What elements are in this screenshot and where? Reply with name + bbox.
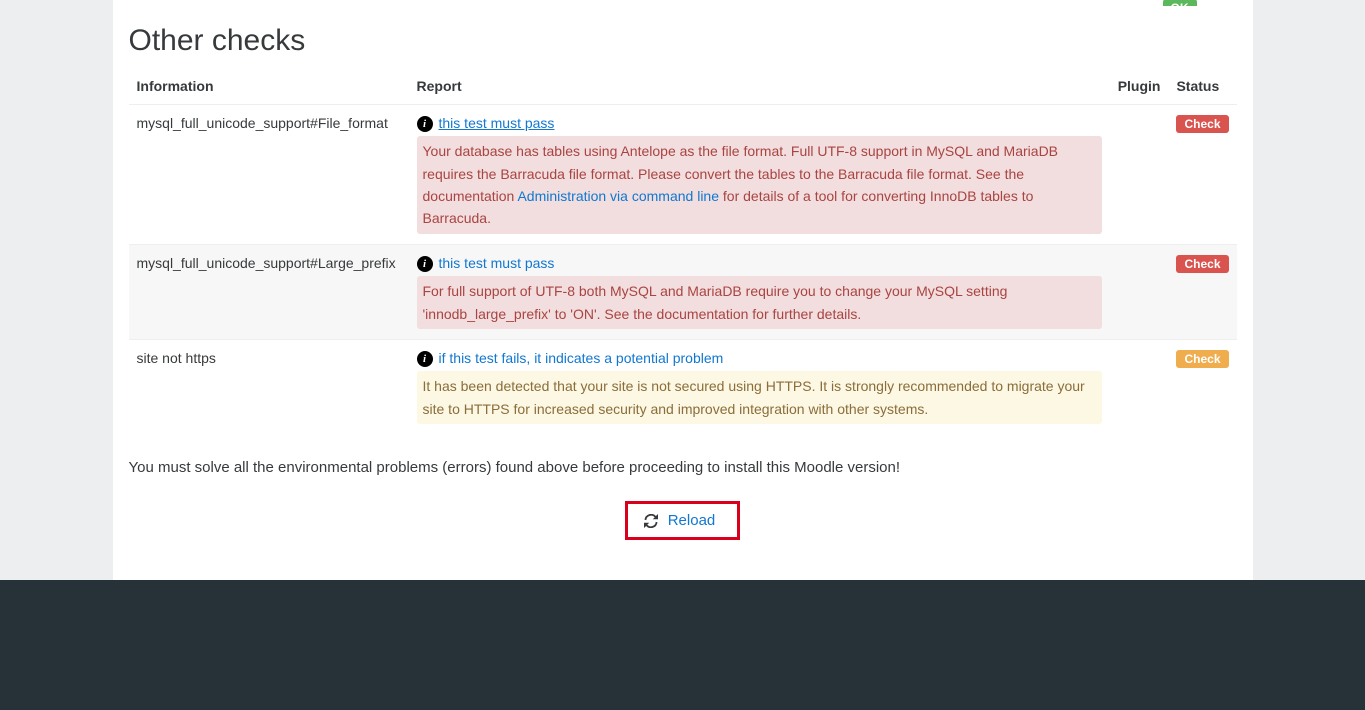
cell-information: mysql_full_unicode_support#File_format [129, 105, 409, 245]
cell-report: i if this test fails, it indicates a pote… [409, 339, 1110, 434]
status-badge: Check [1176, 350, 1228, 368]
inline-doc-link[interactable]: Administration via command line [517, 188, 719, 204]
col-header-status: Status [1168, 68, 1236, 105]
other-checks-table: Information Report Plugin Status mysql_f… [129, 68, 1237, 434]
info-icon: i [417, 116, 433, 132]
cell-plugin [1110, 244, 1169, 339]
cell-plugin [1110, 339, 1169, 434]
report-summary-link[interactable]: this test must pass [439, 255, 555, 271]
info-icon: i [417, 351, 433, 367]
truncated-previous-row: OK [129, 0, 1237, 6]
instruction-text: You must solve all the environmental pro… [129, 459, 1237, 476]
status-badge: Check [1176, 115, 1228, 133]
report-detail: Your database has tables using Antelope … [417, 136, 1102, 234]
cell-information: site not https [129, 339, 409, 434]
main-content: OK Other checks Information Report Plugi… [113, 0, 1253, 580]
page-footer [0, 580, 1365, 710]
info-icon: i [417, 256, 433, 272]
report-detail: For full support of UTF-8 both MySQL and… [417, 276, 1102, 329]
col-header-report: Report [409, 68, 1110, 105]
col-header-plugin: Plugin [1110, 68, 1169, 105]
cell-report: i this test must pass For full support of … [409, 244, 1110, 339]
cell-status: Check [1168, 339, 1236, 434]
cell-information: mysql_full_unicode_support#Large_prefix [129, 244, 409, 339]
cell-status: Check [1168, 244, 1236, 339]
cell-plugin [1110, 105, 1169, 245]
report-summary-link[interactable]: if this test fails, it indicates a poten… [439, 350, 724, 366]
report-detail: It has been detected that your site is n… [417, 371, 1102, 424]
section-title: Other checks [129, 24, 1237, 58]
status-badge-ok: OK [1163, 0, 1197, 6]
col-header-information: Information [129, 68, 409, 105]
report-summary-link[interactable]: this test must pass [439, 115, 555, 131]
reload-button[interactable]: Reload [625, 501, 741, 540]
table-row: mysql_full_unicode_support#Large_prefixi… [129, 244, 1237, 339]
cell-report: i this test must pass Your database has ta… [409, 105, 1110, 245]
table-row: mysql_full_unicode_support#File_format it… [129, 105, 1237, 245]
reload-label: Reload [668, 512, 716, 529]
status-badge: Check [1176, 255, 1228, 273]
refresh-icon [644, 514, 658, 528]
table-row: site not https i if this test fails, it in… [129, 339, 1237, 434]
cell-status: Check [1168, 105, 1236, 245]
